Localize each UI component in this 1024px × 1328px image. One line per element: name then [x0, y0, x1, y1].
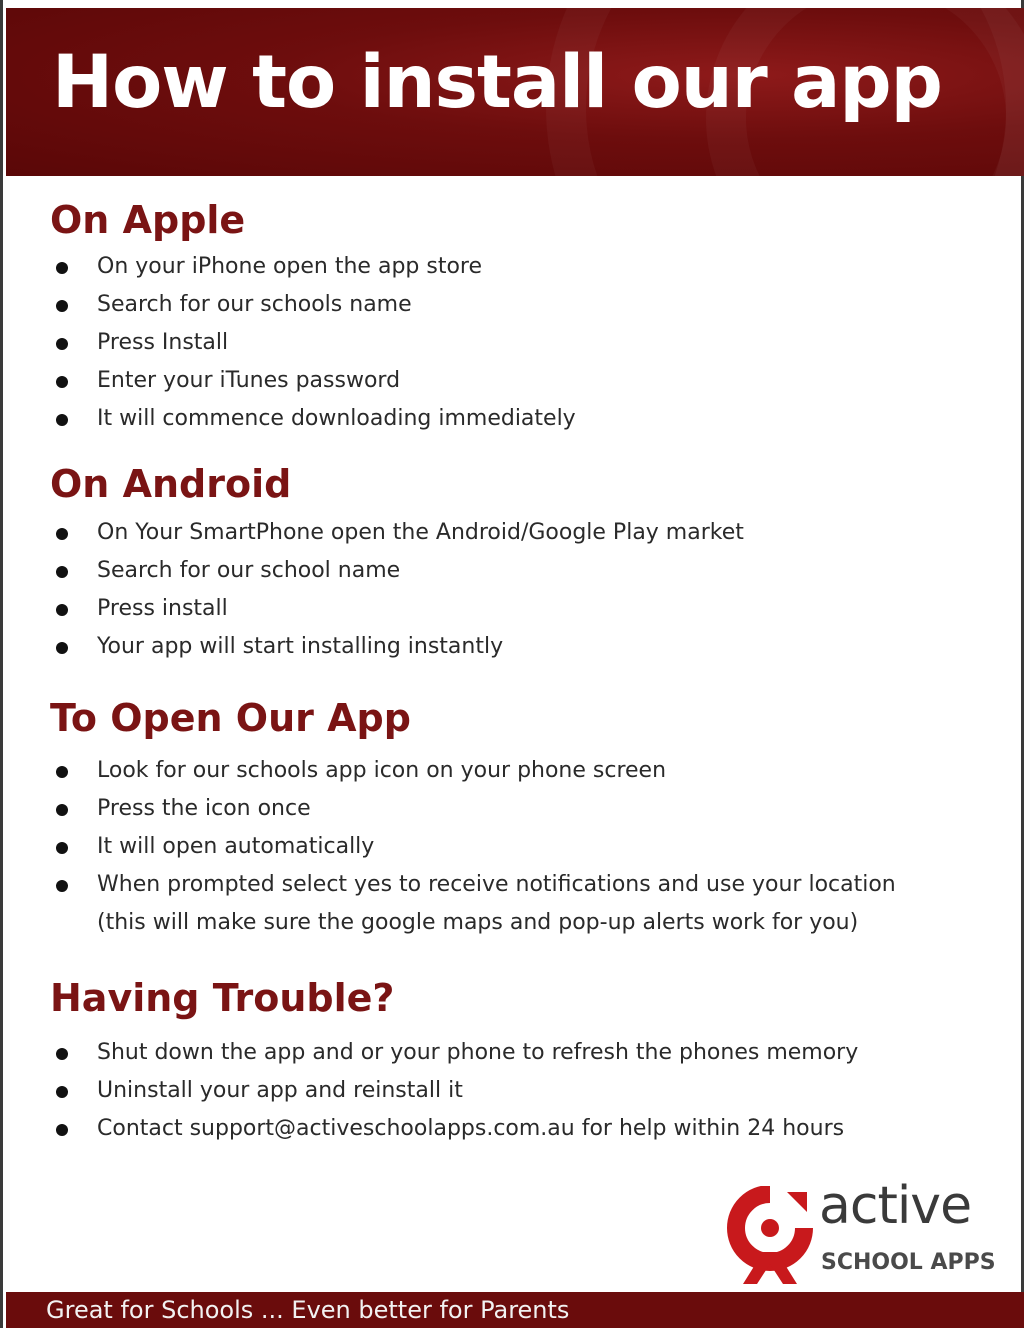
bullet-icon: [56, 528, 68, 540]
android-steps-list: On Your SmartPhone open the Android/Goog…: [3, 514, 744, 666]
step-text: Search for our school name: [97, 558, 401, 583]
active-school-apps-logo: active SCHOOL APPS: [725, 1180, 1015, 1286]
step-text: It will commence downloading immediately: [97, 406, 576, 431]
list-item: Press the icon once: [3, 790, 947, 828]
flyer-page: How to install our app On Apple On your …: [0, 0, 1024, 1328]
bullet-icon: [56, 642, 68, 654]
bullet-icon: [56, 566, 68, 578]
bullet-icon: [56, 1124, 68, 1136]
list-item: On Your SmartPhone open the Android/Goog…: [3, 514, 744, 552]
bullet-icon: [56, 804, 68, 816]
footer-tagline: Great for Schools ... Even better for Pa…: [46, 1296, 570, 1324]
open-app-steps-list: Look for our schools app icon on your ph…: [3, 752, 947, 942]
step-text: It will open automatically: [97, 834, 375, 859]
list-item: Contact support@activeschoolapps.com.au …: [3, 1110, 858, 1148]
header-banner: How to install our app: [6, 8, 1024, 176]
bullet-icon: [56, 766, 68, 778]
footer-banner: Great for Schools ... Even better for Pa…: [6, 1292, 1024, 1328]
list-item: Enter your iTunes password: [3, 362, 576, 400]
step-text: Press the icon once: [97, 796, 311, 821]
step-text: Contact support@activeschoolapps.com.au …: [97, 1116, 845, 1141]
section-title-apple: On Apple: [50, 198, 246, 242]
step-text: Press Install: [97, 330, 229, 355]
step-text: When prompted select yes to receive noti…: [97, 872, 896, 935]
bullet-icon: [56, 300, 68, 312]
list-item: Press Install: [3, 324, 576, 362]
step-text: Enter your iTunes password: [97, 368, 401, 393]
section-title-open-app: To Open Our App: [50, 696, 411, 740]
bullet-icon: [56, 338, 68, 350]
list-item: Search for our school name: [3, 552, 744, 590]
bullet-icon: [56, 1086, 68, 1098]
step-text: Press install: [97, 596, 228, 621]
step-text: Search for our schools name: [97, 292, 412, 317]
bullet-icon: [56, 376, 68, 388]
bullet-icon: [56, 842, 68, 854]
list-item: Your app will start installing instantly: [3, 628, 744, 666]
list-item: Search for our schools name: [3, 286, 576, 324]
list-item: Shut down the app and or your phone to r…: [3, 1034, 858, 1072]
list-item: It will commence downloading immediately: [3, 400, 576, 438]
list-item: Uninstall your app and reinstall it: [3, 1072, 858, 1110]
step-text: Uninstall your app and reinstall it: [97, 1078, 463, 1103]
step-text: On Your SmartPhone open the Android/Goog…: [97, 520, 744, 545]
list-item: On your iPhone open the app store: [3, 248, 576, 286]
logo-mark-icon: [727, 1186, 813, 1284]
section-title-trouble: Having Trouble?: [50, 976, 395, 1020]
bullet-icon: [56, 880, 68, 892]
step-text: On your iPhone open the app store: [97, 254, 483, 279]
logo-wordmark: active: [819, 1176, 972, 1236]
list-item: When prompted select yes to receive noti…: [3, 866, 947, 942]
step-text: Your app will start installing instantly: [97, 634, 504, 659]
logo-subtitle: SCHOOL APPS: [821, 1250, 996, 1275]
bullet-icon: [56, 262, 68, 274]
step-text: Look for our schools app icon on your ph…: [97, 758, 667, 783]
step-text: Shut down the app and or your phone to r…: [97, 1040, 859, 1065]
list-item: Look for our schools app icon on your ph…: [3, 752, 947, 790]
list-item: It will open automatically: [3, 828, 947, 866]
page-title: How to install our app: [52, 40, 943, 125]
section-title-android: On Android: [50, 462, 292, 506]
list-item: Press install: [3, 590, 744, 628]
apple-steps-list: On your iPhone open the app store Search…: [3, 248, 576, 438]
bullet-icon: [56, 604, 68, 616]
bullet-icon: [56, 414, 68, 426]
trouble-steps-list: Shut down the app and or your phone to r…: [3, 1034, 858, 1148]
bullet-icon: [56, 1048, 68, 1060]
